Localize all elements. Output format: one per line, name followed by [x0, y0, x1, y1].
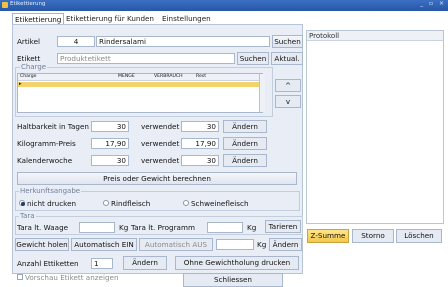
count-label: Anzahl Ettiketten	[17, 259, 79, 268]
z-summe-button[interactable]: Z-Summe	[307, 229, 349, 243]
main-panel: Artikel 4 Rindersalami Suchen Etikett Pr…	[12, 24, 303, 287]
tara-prog-input[interactable]	[207, 222, 243, 233]
preview-label: Vorschau Etikett anzeigen	[25, 273, 119, 282]
charge-group-title: Charge	[20, 63, 48, 71]
haltbarkeit-change-button[interactable]: Ändern	[223, 120, 267, 133]
weight-input[interactable]	[216, 239, 254, 250]
etikett-update-button[interactable]: Aktual.	[271, 52, 303, 65]
radio-nicht-drucken[interactable]	[19, 200, 25, 206]
preview-checkbox[interactable]	[17, 274, 23, 280]
row-pointer-icon: ▸	[19, 81, 22, 87]
protokoll-title: Protokoll	[307, 31, 443, 41]
radio-nicht-drucken-label: nicht drucken	[27, 199, 77, 208]
artikel-number-input[interactable]: 4	[57, 36, 95, 47]
etikett-search-button[interactable]: Suchen	[237, 52, 269, 65]
col-menge: MENGE	[118, 74, 135, 79]
haltbarkeit-label: Haltbarkeit in Tagen	[17, 122, 89, 131]
kilopreis-label: Kilogramm-Preis	[17, 139, 76, 148]
protokoll-panel: Protokoll	[306, 30, 444, 224]
charge-scrollbar[interactable]	[259, 74, 265, 112]
tara-waage-label: Tara lt. Waage	[17, 223, 69, 232]
auto-off-button[interactable]: Automatisch AUS	[139, 238, 213, 251]
kalenderwoche-change-button[interactable]: Ändern	[223, 154, 267, 167]
tara-waage-input[interactable]	[79, 222, 115, 233]
tara-title: Tara	[19, 212, 36, 220]
get-weight-button[interactable]: Gewicht holen	[15, 238, 69, 251]
kalenderwoche-input[interactable]: 30	[91, 155, 129, 166]
kalenderwoche-used-label: verwendet	[141, 156, 180, 165]
artikel-label: Artikel	[17, 37, 41, 46]
haltbarkeit-used-label: verwendet	[141, 122, 180, 131]
weight-change-button[interactable]: Ändern	[269, 238, 302, 251]
haltbarkeit-used: 30	[181, 121, 219, 132]
app-icon	[2, 2, 8, 8]
radio-schweinefleisch[interactable]	[183, 200, 189, 206]
kalenderwoche-used: 30	[181, 155, 219, 166]
tara-prog-label: Tara lt. Programm	[131, 223, 195, 232]
kalenderwoche-label: Kalenderwoche	[17, 156, 73, 165]
auto-on-button[interactable]: Automatisch EIN	[71, 238, 137, 251]
tara-waage-unit: Kg	[119, 223, 129, 232]
tara-prog-unit: Kg	[247, 223, 257, 232]
title-bar: Etikettierung _ ▫ ×	[0, 0, 448, 11]
kilopreis-used-label: verwendet	[141, 139, 180, 148]
calc-price-weight-button[interactable]: Preis oder Gewicht berechnen	[17, 172, 297, 185]
radio-schweinefleisch-label: Schweinefleisch	[191, 199, 249, 208]
kilopreis-change-button[interactable]: Ändern	[223, 137, 267, 150]
kilopreis-used: 17,90	[181, 138, 219, 149]
haltbarkeit-input[interactable]: 30	[91, 121, 129, 132]
loeschen-button[interactable]: Löschen	[396, 229, 442, 243]
charge-row-selected[interactable]	[18, 82, 262, 87]
window-title: Etikettierung	[10, 1, 46, 7]
close-button[interactable]: Schliessen	[183, 273, 283, 287]
storno-button[interactable]: Storno	[352, 229, 394, 243]
print-without-weight-button[interactable]: Ohne Gewichtholung drucken	[175, 256, 299, 270]
count-change-button[interactable]: Ändern	[123, 256, 167, 270]
radio-rindfleisch-label: Rindfleisch	[111, 199, 151, 208]
etikett-input[interactable]: Produktetikett	[57, 53, 235, 64]
weight-unit: Kg	[257, 240, 267, 249]
charge-up-button[interactable]: ^	[275, 79, 301, 92]
col-rest: Rest	[196, 74, 207, 79]
artikel-name-input[interactable]: Rindersalami	[96, 36, 270, 47]
count-input[interactable]: 1	[91, 258, 113, 269]
charge-grid[interactable]: Charge MENGE VERBRAUCH Rest ▸	[17, 73, 263, 113]
artikel-search-button[interactable]: Suchen	[272, 35, 303, 48]
radio-rindfleisch[interactable]	[103, 200, 109, 206]
col-charge: Charge	[20, 74, 37, 79]
herkunft-title: Herkunftsangabe	[19, 187, 82, 195]
col-verbrauch: VERBRAUCH	[154, 74, 183, 79]
kilopreis-input[interactable]: 17,90	[91, 138, 129, 149]
etikett-label: Etikett	[17, 54, 41, 63]
window-controls[interactable]: _ ▫ ×	[420, 0, 446, 7]
charge-down-button[interactable]: v	[275, 95, 301, 108]
charge-grid-header: Charge MENGE VERBRAUCH Rest	[18, 74, 262, 81]
tare-button[interactable]: Tarieren	[265, 220, 301, 233]
